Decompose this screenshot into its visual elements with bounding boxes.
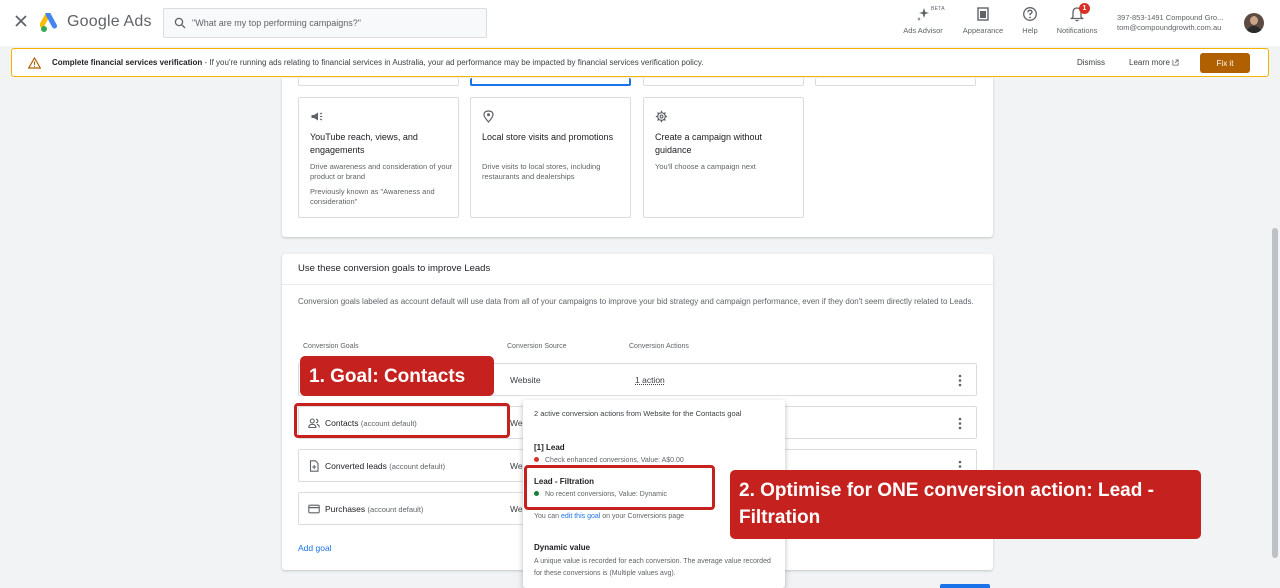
banner-message: - If you're running ads relating to fina… [202, 58, 704, 67]
help-label: Help [1022, 26, 1038, 35]
goal-name: Purchases (account default) [325, 504, 424, 514]
add-goal-link[interactable]: Add goal [298, 543, 332, 553]
gear-icon [655, 110, 668, 123]
banner-text: Complete financial services verification… [52, 58, 703, 67]
popover-intro: 2 active conversion actions from Website… [534, 409, 742, 418]
search-input[interactable] [192, 13, 472, 33]
goal-name: Converted leads (account default) [325, 461, 446, 471]
search-icon [174, 17, 186, 29]
appearance-button[interactable]: Appearance [958, 6, 1008, 40]
banner-title: Complete financial services verification [52, 58, 203, 67]
help-icon [1023, 7, 1037, 21]
account-email: tom@compoundgrowth.com.au [1117, 23, 1222, 32]
column-header-actions: Conversion Actions [629, 343, 689, 350]
objective-card-partial[interactable] [815, 78, 976, 86]
column-header-goals: Conversion Goals [303, 343, 359, 350]
annotation-step-1: 1. Goal: Contacts [300, 356, 494, 396]
dismiss-button[interactable]: Dismiss [1077, 58, 1105, 67]
megaphone-icon [311, 112, 323, 121]
appearance-label: Appearance [962, 26, 1004, 35]
brand-name: Google Ads [67, 13, 152, 30]
goal-source: We [510, 418, 523, 428]
fix-it-button[interactable]: Fix it [1200, 53, 1250, 73]
goal-source: Website [510, 375, 541, 385]
objective-card-local-store[interactable]: Local store visits and promotions Drive … [470, 97, 631, 218]
ads-advisor-button[interactable]: BETA Ads Advisor [898, 6, 948, 40]
close-icon[interactable] [13, 13, 29, 29]
sparkle-icon [917, 8, 929, 21]
conversion-action-name: [1] Lead [534, 443, 565, 452]
objective-title: Local store visits and promotions [482, 132, 614, 142]
objective-card-no-guidance[interactable]: Create a campaign without guidance You'l… [643, 97, 804, 218]
location-pin-icon [483, 110, 494, 123]
conversion-action-status: Check enhanced conversions, Value: A$0.0… [534, 457, 684, 464]
objective-card-youtube[interactable]: YouTube reach, views, and engagements Dr… [298, 97, 459, 218]
objective-description: Drive visits to local stores, including … [482, 162, 601, 181]
account-switcher[interactable]: 397-853-1491 Compound Gro... tom@compoun… [1117, 13, 1223, 33]
beta-badge: BETA [931, 6, 945, 12]
notifications-count-badge: 1 [1079, 3, 1090, 14]
section-description: Conversion goals labeled as account defa… [298, 297, 974, 306]
objective-note: Previously known as "Awareness and consi… [310, 187, 435, 206]
annotation-step-2: 2. Optimise for ONE conversion action: L… [730, 470, 1201, 539]
highlight-contacts-goal [294, 403, 510, 438]
objective-description: You'll choose a campaign next [655, 162, 756, 171]
search-box[interactable] [163, 8, 487, 38]
more-options-icon[interactable] [956, 374, 964, 387]
status-dot-red [534, 457, 539, 462]
column-header-source: Conversion Source [507, 343, 567, 350]
avatar[interactable] [1244, 13, 1264, 33]
page-scrollbar[interactable] [1272, 228, 1278, 558]
google-ads-logo [40, 13, 57, 32]
goal-actions-link[interactable]: 1 action [635, 375, 665, 385]
account-id: 397-853-1491 Compound Gro... [1117, 13, 1224, 22]
verification-banner: Complete financial services verification… [11, 48, 1269, 77]
objective-title: Create a campaign without guidance [655, 132, 763, 155]
warning-icon [28, 57, 41, 69]
objective-card-partial[interactable] [643, 78, 804, 86]
objective-title: YouTube reach, views, and engagements [310, 132, 418, 155]
notifications-button[interactable]: 1 Notifications [1052, 3, 1102, 40]
section-title: Use these conversion goals to improve Le… [298, 263, 491, 274]
credit-card-icon [308, 504, 320, 514]
notifications-label: Notifications [1056, 26, 1098, 35]
learn-more-link[interactable]: Learn more [1129, 58, 1179, 67]
objective-card-partial-selected[interactable] [470, 78, 631, 86]
goal-source: We [510, 461, 523, 471]
dynamic-value-title: Dynamic value [534, 543, 591, 552]
edit-goal-text: You can edit this goal on your Conversio… [534, 513, 684, 520]
more-options-icon[interactable] [956, 417, 964, 430]
highlight-lead-filtration [524, 465, 715, 510]
learn-more-label: Learn more [1129, 58, 1170, 67]
external-link-icon [1172, 59, 1179, 66]
next-button-partial[interactable] [940, 584, 990, 588]
goal-source: We [510, 504, 523, 514]
top-bar: Google Ads BETA Ads Advisor Appearance H… [0, 0, 1280, 46]
objective-card-partial[interactable] [298, 78, 459, 86]
section-divider [282, 284, 993, 285]
ads-advisor-label: Ads Advisor [903, 26, 943, 35]
objective-description: Drive awareness and consideration of you… [310, 162, 453, 181]
edit-goal-link[interactable]: edit this goal [561, 513, 600, 520]
help-button[interactable]: Help [1016, 6, 1044, 40]
dynamic-value-description: A unique value is recorded for each conv… [534, 558, 771, 577]
appearance-icon [977, 7, 989, 21]
document-add-icon [309, 460, 319, 472]
